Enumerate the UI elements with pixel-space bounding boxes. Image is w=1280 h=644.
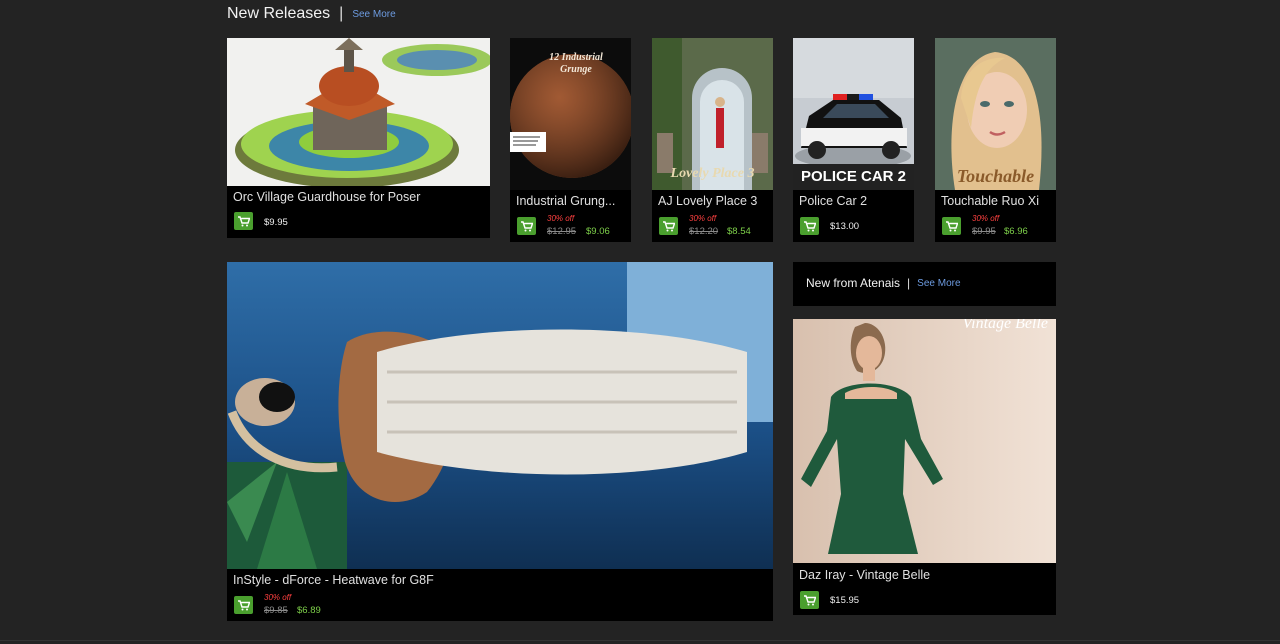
sale-price: $6.89 (297, 605, 321, 616)
add-to-cart-button[interactable] (942, 217, 961, 235)
add-to-cart-button[interactable] (234, 596, 253, 614)
product-name[interactable]: Orc Village Guardhouse for Poser (233, 190, 484, 204)
sale-price: $9.06 (586, 226, 610, 237)
product-price: $9.95 (264, 217, 288, 228)
shopping-cart-icon (803, 594, 816, 605)
atenais-see-more-link[interactable]: See More (917, 278, 960, 289)
product-image-text: 12 Industrial Grunge (549, 52, 603, 75)
discount-label: 30% off (972, 214, 1000, 223)
discount-label: 30% off (547, 214, 575, 223)
product-card-touchable-ruo-xi[interactable]: Touchable Touchable Ruo Xi 30% off $9.95… (935, 38, 1056, 242)
product-image-text: Lovely Place 3 (670, 166, 755, 181)
add-to-cart-button[interactable] (800, 591, 819, 609)
new-releases-see-more-link[interactable]: See More (352, 9, 395, 20)
shopping-cart-icon (945, 220, 958, 231)
product-image-lovely-place[interactable]: Lovely Place 3 (652, 38, 773, 190)
product-card-orc-village[interactable]: Orc Village Guardhouse for Poser $9.95 (227, 38, 490, 238)
add-to-cart-button[interactable] (234, 212, 253, 230)
product-name[interactable]: Police Car 2 (799, 194, 908, 208)
product-image-touchable-ruo-xi[interactable]: Touchable (935, 38, 1056, 190)
product-image-industrial-grunge[interactable]: 12 Industrial Grunge (510, 38, 631, 190)
featured-product-name[interactable]: InStyle - dForce - Heatwave for G8F (233, 573, 767, 587)
product-card-police-car[interactable]: POLICE CAR 2 Police Car 2 $13.00 (793, 38, 914, 242)
sale-price: $6.96 (1004, 226, 1028, 237)
product-card-vintage-belle[interactable]: Vintage Belle Daz Iray - Vintage Belle $… (793, 319, 1056, 615)
shopping-cart-icon (520, 220, 533, 231)
header-separator: | (339, 5, 344, 22)
atenais-separator: | (907, 276, 911, 290)
product-name[interactable]: Industrial Grung... (516, 194, 625, 208)
new-releases-title: New Releases (227, 5, 331, 22)
product-card-lovely-place[interactable]: Lovely Place 3 AJ Lovely Place 3 30% off… (652, 38, 773, 242)
new-releases-header: New Releases | See More (227, 4, 396, 24)
sale-price: $8.54 (727, 226, 751, 237)
product-name[interactable]: AJ Lovely Place 3 (658, 194, 767, 208)
discount-label: 30% off (264, 593, 292, 602)
old-price: $9.85 (264, 605, 288, 616)
product-image-vintage-belle[interactable]: Vintage Belle (793, 319, 1056, 563)
old-price: $9.95 (972, 226, 996, 237)
shopping-cart-icon (237, 599, 250, 610)
shopping-cart-icon (662, 220, 675, 231)
old-price: $12.20 (689, 226, 719, 237)
add-to-cart-button[interactable] (517, 217, 536, 235)
add-to-cart-button[interactable] (800, 217, 819, 235)
discount-label: 30% off (689, 214, 717, 223)
shopping-cart-icon (237, 215, 250, 226)
add-to-cart-button[interactable] (659, 217, 678, 235)
shopping-cart-icon (803, 220, 816, 231)
product-name[interactable]: Touchable Ruo Xi (941, 194, 1050, 208)
product-image-text: Touchable (956, 166, 1035, 186)
featured-product-card[interactable]: InStyle - dForce - Heatwave for G8F 30% … (227, 262, 773, 621)
product-image-text: POLICE CAR 2 (793, 164, 914, 190)
featured-product-image[interactable] (227, 262, 773, 569)
product-price: $15.95 (830, 595, 860, 606)
product-image-orc-village[interactable] (227, 38, 490, 186)
product-card-industrial-grunge[interactable]: 12 Industrial Grunge Industrial Grung...… (510, 38, 631, 242)
atenais-header-box: New from Atenais | See More (793, 262, 1056, 306)
product-name[interactable]: Daz Iray - Vintage Belle (799, 568, 1050, 582)
footer-divider (0, 640, 1280, 641)
old-price: $12.95 (547, 226, 577, 237)
product-image-text: Vintage Belle (962, 319, 1048, 332)
atenais-title: New from Atenais (806, 276, 901, 290)
product-price: $13.00 (830, 221, 860, 232)
product-image-police-car[interactable]: POLICE CAR 2 (793, 38, 914, 190)
